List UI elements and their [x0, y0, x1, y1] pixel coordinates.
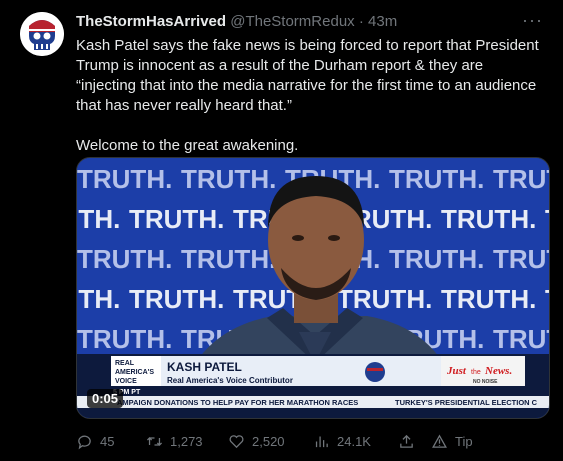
- video-player[interactable]: TRUTH. TRUTH. TRUTH. TRU TH. TRUTH. TRUTH. TRUT…: [76, 157, 550, 419]
- retweet-button[interactable]: 1,273: [146, 433, 203, 450]
- truth-backdrop-word: TRUTH.: [545, 284, 549, 314]
- truth-backdrop-word: TRUTH.: [441, 284, 536, 314]
- truth-backdrop-word: TRUTH.: [493, 244, 549, 274]
- truth-backdrop-word: TRUTH.: [77, 324, 172, 354]
- tweet[interactable]: TheStormHasArrived @TheStormRedux · 43m …: [0, 0, 563, 461]
- reply-icon: [78, 435, 91, 450]
- share-icon: [400, 434, 413, 448]
- retweet-icon: [146, 437, 163, 446]
- retweet-count: 1,273: [170, 434, 203, 449]
- display-name[interactable]: TheStormHasArrived: [76, 13, 226, 30]
- truth-backdrop-word: TRUTH.: [77, 244, 172, 274]
- watermark-word2: the: [471, 369, 481, 376]
- truth-backdrop-word: TRUTH.: [129, 284, 224, 314]
- tweet-text: Kash Patel says the fake news is being f…: [76, 36, 546, 156]
- truth-backdrop-word: TRUTH.: [545, 204, 549, 234]
- tip-icon: [432, 434, 447, 448]
- ticker-right: TURKEY'S PRESIDENTIAL ELECTION C: [395, 398, 538, 407]
- lower-third-title: Real America's Voice Contributor: [167, 376, 293, 385]
- like-button[interactable]: 2,520: [228, 433, 285, 450]
- truth-backdrop-word: TRUTH.: [77, 204, 120, 234]
- separator: ·: [358, 13, 364, 30]
- network-logo-mid: AMERICA'S: [115, 369, 154, 376]
- truth-backdrop-word: TRUTH.: [181, 244, 276, 274]
- tweet-paragraph-1: Kash Patel says the fake news is being f…: [76, 37, 539, 114]
- views-button[interactable]: 24.1K: [313, 433, 371, 450]
- ticker-left: AMPAIGN DONATIONS TO HELP PAY FOR HER MA…: [117, 398, 358, 407]
- views-chart-icon: [315, 436, 328, 448]
- reply-count: 45: [100, 434, 115, 449]
- truth-backdrop-word: TRUTH.: [493, 324, 549, 354]
- view-count: 24.1K: [337, 434, 371, 449]
- share-button[interactable]: [398, 433, 415, 450]
- timestamp[interactable]: 43m: [368, 13, 397, 30]
- truth-backdrop-word: TRUTH.: [389, 244, 484, 274]
- tip-label: Tip: [455, 434, 473, 449]
- watermark-word3: News.: [484, 365, 512, 377]
- network-logo-bottom: VOICE: [115, 378, 137, 385]
- more-options-icon[interactable]: ···: [522, 10, 543, 31]
- handle[interactable]: @TheStormRedux: [230, 13, 354, 30]
- watermark-sub: NO NOISE: [473, 379, 498, 385]
- truth-backdrop-word: TRUTH.: [441, 204, 536, 234]
- truth-backdrop-word: TRUTH.: [77, 164, 172, 194]
- avatar[interactable]: [20, 12, 64, 56]
- tweet-paragraph-2: Welcome to the great awakening.: [76, 137, 299, 154]
- video-duration: 0:05: [87, 389, 124, 408]
- video-frame: TRUTH. TRUTH. TRUTH. TRU TH. TRUTH. TRUTH. TRUT…: [77, 158, 549, 418]
- truth-backdrop-word: TRUTH.: [181, 164, 276, 194]
- tip-button[interactable]: Tip: [431, 433, 473, 450]
- truth-backdrop-word: TRUTH.: [129, 204, 224, 234]
- like-count: 2,520: [252, 434, 285, 449]
- watermark-word1: Just: [446, 365, 467, 377]
- reply-button[interactable]: 45: [76, 433, 114, 450]
- truth-backdrop-word: TRUTH.: [389, 164, 484, 194]
- truth-backdrop-word: TRUTH.: [493, 164, 549, 194]
- skull-emblem-icon: [365, 362, 385, 382]
- action-bar: 45 1,273 2,520 24.1K Tip: [76, 433, 550, 453]
- network-logo-top: REAL: [115, 360, 135, 367]
- lower-third-name: KASH PATEL: [167, 360, 242, 374]
- tweet-header: TheStormHasArrived @TheStormRedux · 43m: [76, 13, 397, 30]
- truth-backdrop-word: TRUTH.: [337, 284, 432, 314]
- truth-backdrop-word: TRUTH.: [77, 284, 120, 314]
- heart-icon: [229, 435, 244, 449]
